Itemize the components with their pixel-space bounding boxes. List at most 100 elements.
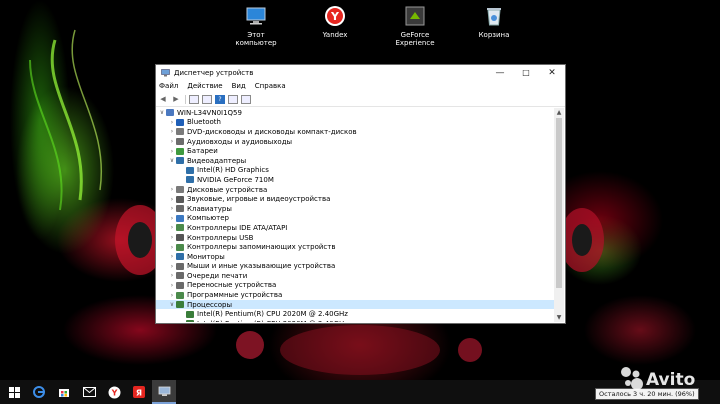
store-icon [59,389,69,397]
chevron-right-icon[interactable]: › [168,138,176,145]
device-icon [176,147,184,155]
device-tree: ∨ WIN-L34VN0I1Q59 › Bluetooth › DVD-дисководы… [156,108,554,322]
tree-root[interactable]: ∨ WIN-L34VN0I1Q59 [156,108,554,118]
desktop-icon-geforce[interactable]: GeForce Experience [381,4,449,47]
properties-button[interactable] [228,94,238,104]
title-bar[interactable]: Диспетчер устройств — □ ✕ [156,65,565,80]
vertical-scrollbar[interactable]: ▲ ▼ [554,108,564,322]
device-icon [176,272,184,280]
svg-text:Я: Я [136,389,142,398]
chevron-right-icon[interactable]: › [168,244,176,251]
device-category[interactable]: › Bluetooth [156,118,554,128]
show-hide-console-tree-button[interactable] [189,94,199,104]
chevron-right-icon[interactable]: › [168,196,176,203]
tree-item-label: Клавиатуры [187,204,232,213]
device-category[interactable]: › DVD-дисководы и дисководы компакт-диско… [156,127,554,137]
desktop-icon-label: компьютер [235,39,277,47]
device-category[interactable]: › Дисковые устройства [156,185,554,195]
menu-file[interactable]: Файл [159,82,178,90]
scroll-up-arrow-icon[interactable]: ▲ [554,108,564,117]
back-button[interactable]: ◀ [158,95,168,104]
taskbar-device-manager[interactable] [152,380,176,404]
recycle-bin-icon [487,8,501,26]
device-manager-icon [161,68,170,76]
tree-item-label: Переносные устройства [187,281,277,290]
chevron-down-icon[interactable]: ∨ [168,301,176,308]
tree-view-button[interactable] [202,94,212,104]
device-item[interactable]: Intel(R) Pentium(R) CPU 2020M @ 2.40GHz [156,309,554,319]
chevron-right-icon[interactable]: › [168,205,176,212]
chevron-right-icon[interactable]: › [168,253,176,260]
chevron-down-icon[interactable]: ∨ [168,157,176,164]
device-item[interactable]: NVIDIA GeForce 710M [156,175,554,185]
yandex-icon: Y [108,386,120,398]
tree-item-label: Процессоры [187,300,233,309]
desktop-icon-label: Yandex [322,31,348,39]
device-category[interactable]: ∨ Процессоры [156,299,554,310]
device-category[interactable]: › Контроллеры IDE ATA/ATAPI [156,223,554,233]
device-category[interactable]: › Мониторы [156,252,554,262]
device-category[interactable]: › Компьютер [156,214,554,224]
device-category[interactable]: › Переносные устройства [156,281,554,291]
chevron-down-icon[interactable]: ∨ [158,109,166,116]
chevron-right-icon[interactable]: › [168,224,176,231]
menu-view[interactable]: Вид [232,82,246,90]
device-category[interactable]: › Контроллеры запоминающих устройств [156,242,554,252]
device-category[interactable]: ∨ Видеоадаптеры [156,156,554,166]
chevron-right-icon[interactable]: › [168,119,176,126]
help-button[interactable]: ? [215,94,225,104]
device-item[interactable]: Intel(R) Pentium(R) CPU 2020M @ 2.40GHz [156,319,554,322]
svg-text:Y: Y [330,10,340,23]
device-category[interactable]: › Очереди печати [156,271,554,281]
maximize-button[interactable]: □ [513,65,539,80]
device-category[interactable]: › Батареи [156,146,554,156]
chevron-right-icon[interactable]: › [168,282,176,289]
scroll-down-arrow-icon[interactable]: ▼ [554,313,564,322]
device-item[interactable]: Intel(R) HD Graphics [156,166,554,176]
device-manager-icon [158,386,170,396]
windows-start-icon [8,386,20,398]
taskbar-edge[interactable] [27,380,51,404]
tree-item-label: Мониторы [187,252,225,261]
start-button[interactable] [2,380,26,404]
device-icon [176,224,184,232]
chevron-right-icon[interactable]: › [168,215,176,222]
close-icon: ✕ [548,67,556,78]
tree-item-label: Bluetooth [187,118,221,127]
desktop-icon-this-pc[interactable]: Этот компьютер [222,4,290,47]
window-title: Диспетчер устройств [174,68,254,77]
chevron-right-icon[interactable]: › [168,292,176,299]
forward-button[interactable]: ▶ [171,95,181,104]
device-category[interactable]: › Программные устройства [156,290,554,300]
taskbar-store[interactable] [52,380,76,404]
desktop-icon-yandex[interactable]: Y Yandex [301,4,369,39]
device-category[interactable]: › Мыши и иные указывающие устройства [156,262,554,272]
chevron-right-icon[interactable]: › [168,234,176,241]
chevron-right-icon[interactable]: › [168,186,176,193]
taskbar-yandex-browser[interactable]: Я [127,380,151,404]
menu-help[interactable]: Справка [255,82,286,90]
minimize-button[interactable]: — [487,65,513,80]
device-category[interactable]: › Контроллеры USB [156,233,554,243]
device-icon [176,186,184,194]
device-icon [176,262,184,270]
chevron-right-icon[interactable]: › [168,128,176,135]
yandex-browser-icon: Y [325,6,345,26]
edge-icon [33,386,45,398]
tree-item-label: Контроллеры запоминающих устройств [187,243,336,252]
device-category[interactable]: › Аудиовходы и аудиовыходы [156,137,554,147]
chevron-right-icon[interactable]: › [168,272,176,279]
device-category[interactable]: › Звуковые, игровые и видеоустройства [156,194,554,204]
chevron-right-icon[interactable]: › [168,263,176,270]
chevron-right-icon[interactable]: › [168,148,176,155]
menu-bar: Файл Действие Вид Справка [156,80,565,92]
desktop-icon-recycle-bin[interactable]: Корзина [460,4,528,39]
taskbar-mail[interactable] [77,380,101,404]
close-button[interactable]: ✕ [539,65,565,80]
taskbar-yandex[interactable]: Y [102,380,126,404]
device-category[interactable]: › Клавиатуры [156,204,554,214]
menu-action[interactable]: Действие [187,82,222,90]
tree-item-label: Батареи [187,147,218,156]
scrollbar-thumb[interactable] [556,118,562,288]
scan-hardware-button[interactable] [241,94,251,104]
